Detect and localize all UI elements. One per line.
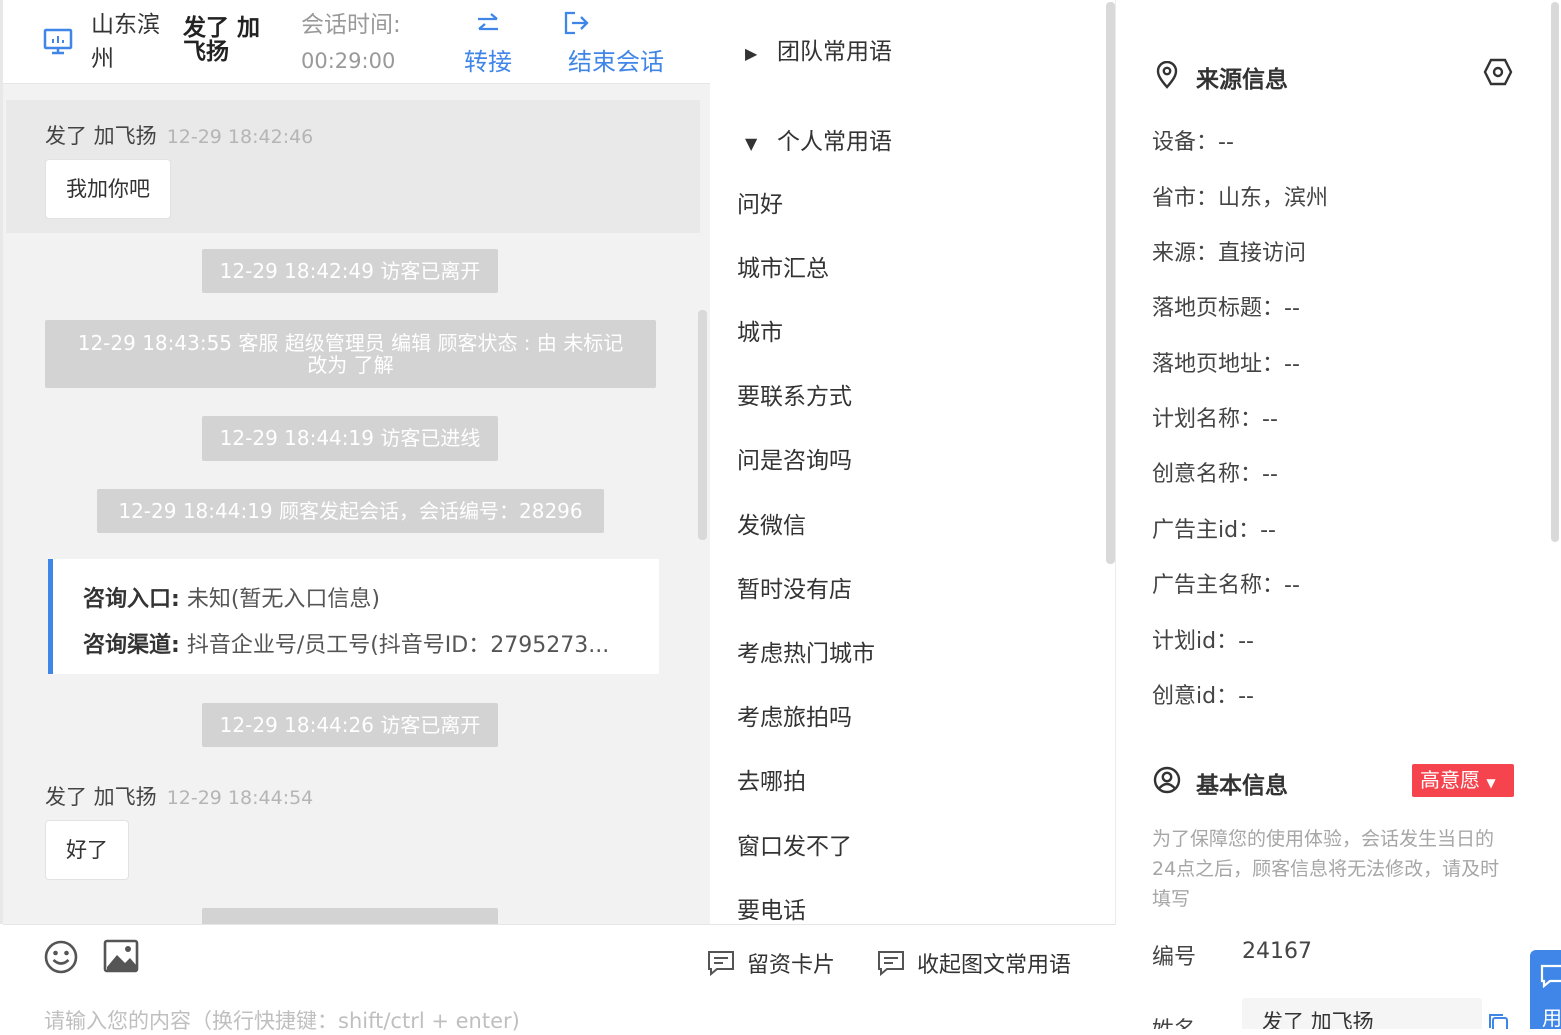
source-field: 广告主名称：-- xyxy=(1152,573,1300,598)
floating-service-button[interactable]: 用 xyxy=(1530,950,1561,1029)
phrase-item[interactable]: 要电话 xyxy=(737,891,806,924)
source-field: 来源：直接访问 xyxy=(1152,241,1307,266)
phrase-item[interactable]: 城市汇总 xyxy=(737,249,829,283)
phrase-item[interactable]: 去哪拍 xyxy=(737,762,806,796)
collapse-phrases-button[interactable]: 收起图文常用语 xyxy=(877,947,1071,979)
source-field: 计划id：-- xyxy=(1152,629,1254,654)
system-message: 12-29 18:42:49 访客已离开 xyxy=(202,249,498,293)
source-field: 创意id：-- xyxy=(1152,684,1254,709)
user-circle-icon xyxy=(1153,766,1181,794)
settings-hexagon-icon[interactable] xyxy=(1483,57,1513,87)
image-icon[interactable] xyxy=(103,939,139,973)
chat-scrollbar[interactable] xyxy=(698,310,707,540)
copy-icon[interactable] xyxy=(1487,1012,1509,1029)
name-label: 姓名 xyxy=(1152,1012,1196,1029)
chat-icon xyxy=(1540,964,1561,988)
source-field: 省市：山东，滨州 xyxy=(1152,186,1329,211)
system-message: 12-29 18:44:26 访客已离开 xyxy=(202,703,498,747)
session-time-label: 会话时间: xyxy=(301,12,401,38)
consult-entry: 咨询入口: 未知(暂无入口信息) xyxy=(83,587,380,612)
id-label: 编号 xyxy=(1152,945,1197,970)
team-phrases-group[interactable]: ▶ 团队常用语 xyxy=(745,32,892,66)
system-message: 12-29 18:44:19 访客已进线 xyxy=(202,416,498,461)
caret-down-icon: ▼ xyxy=(745,134,758,153)
source-field: 设备：-- xyxy=(1152,130,1234,155)
source-field: 落地页地址：-- xyxy=(1152,352,1300,377)
source-field: 落地页标题：-- xyxy=(1152,296,1300,321)
visitor-name: 发了 加飞扬 xyxy=(183,15,261,65)
chat-header: 山东滨州 发了 加飞扬 会话时间: 00:29:00 转接 结束会话 xyxy=(3,0,710,84)
phrase-item[interactable]: 发微信 xyxy=(737,506,806,540)
message-bubble: 好了 xyxy=(45,820,129,880)
phrase-item[interactable]: 考虑旅拍吗 xyxy=(737,698,852,732)
caret-right-icon: ▶ xyxy=(745,44,758,63)
logout-icon xyxy=(564,11,589,35)
source-field: 计划名称：-- xyxy=(1152,407,1278,432)
message-bubble: 我加你吧 xyxy=(45,159,171,219)
message-icon xyxy=(878,951,904,976)
id-value: 24167 xyxy=(1242,939,1312,964)
phrase-item[interactable]: 城市 xyxy=(737,313,783,347)
basic-info-title: 基本信息 xyxy=(1196,773,1288,799)
phrase-item[interactable]: 暂时没有店 xyxy=(737,570,852,604)
consult-channel: 咨询渠道: 抖音企业号/员工号(抖音号ID：2795273... xyxy=(83,633,610,658)
intent-tag-dropdown[interactable]: 高意愿 ▼ xyxy=(1412,764,1514,797)
session-time: 00:29:00 xyxy=(301,49,396,73)
phrase-item[interactable]: 要联系方式 xyxy=(737,377,852,411)
consult-info-card: 咨询入口: 未知(暂无入口信息) 咨询渠道: 抖音企业号/员工号(抖音号ID：2… xyxy=(48,559,659,674)
message-input[interactable]: 请输入您的内容（换行快捷键：shift/ctrl + enter) xyxy=(44,1005,520,1035)
floating-button-label: 用 xyxy=(1542,1006,1561,1029)
end-session-button[interactable]: 结束会话 xyxy=(563,10,669,77)
transfer-icon xyxy=(478,13,498,31)
message-input-area: 留资卡片 收起图文常用语 请输入您的内容（换行快捷键：shift/ctrl + … xyxy=(3,924,1116,1033)
name-input[interactable]: 发了 加飞扬 xyxy=(1242,998,1482,1029)
visitor-location: 山东滨州 xyxy=(91,12,160,72)
source-info-title: 来源信息 xyxy=(1196,67,1288,93)
chat-panel[interactable]: 发了 加飞扬 12-29 18:42:46 我加你吧 12-29 18:42:49… xyxy=(0,0,710,924)
source-field: 广告主id：-- xyxy=(1152,518,1276,543)
emoji-icon[interactable] xyxy=(43,939,79,975)
phrase-item[interactable]: 考虑热门城市 xyxy=(737,634,875,668)
personal-phrases-group[interactable]: ▼ 个人常用语 xyxy=(745,122,892,156)
source-field: 创意名称：-- xyxy=(1152,462,1278,487)
system-message: 12-29 18:44:19 顾客发起会话，会话编号：28296 xyxy=(97,489,604,533)
lead-card-button[interactable]: 留资卡片 xyxy=(707,947,835,979)
system-message-partial xyxy=(202,908,498,924)
phrases-scrollbar[interactable] xyxy=(1106,2,1115,564)
visitor-info-panel: 来源信息 设备：-- 省市：山东，滨州 来源：直接访问 落地页标题：-- 落地页… xyxy=(1117,0,1561,1029)
location-pin-icon xyxy=(1156,61,1178,89)
common-phrases-panel[interactable]: ▶ 团队常用语 ▼ 个人常用语 问好 城市汇总 城市 要联系方式 问是咨询吗 发微信… xyxy=(710,0,1116,924)
monitor-icon xyxy=(43,28,73,55)
card-icon xyxy=(708,951,734,976)
message-sender: 发了 加飞扬 12-29 18:44:54 xyxy=(45,785,314,809)
phrase-item[interactable]: 问好 xyxy=(737,185,783,219)
system-message: 12-29 18:43:55 客服 超级管理员 编辑 顾客状态 : 由 未标记 … xyxy=(45,320,656,388)
phrase-item[interactable]: 窗口发不了 xyxy=(737,827,852,861)
phrase-item[interactable]: 问是咨询吗 xyxy=(737,441,852,475)
transfer-button[interactable]: 转接 xyxy=(458,12,518,77)
info-scrollbar[interactable] xyxy=(1551,2,1559,542)
message-sender: 发了 加飞扬 12-29 18:42:46 xyxy=(45,124,314,148)
caret-down-icon: ▼ xyxy=(1486,776,1496,790)
edit-notice: 为了保障您的使用体验，会话发生当日的24点之后，顾客信息将无法修改，请及时填写 xyxy=(1152,828,1500,910)
